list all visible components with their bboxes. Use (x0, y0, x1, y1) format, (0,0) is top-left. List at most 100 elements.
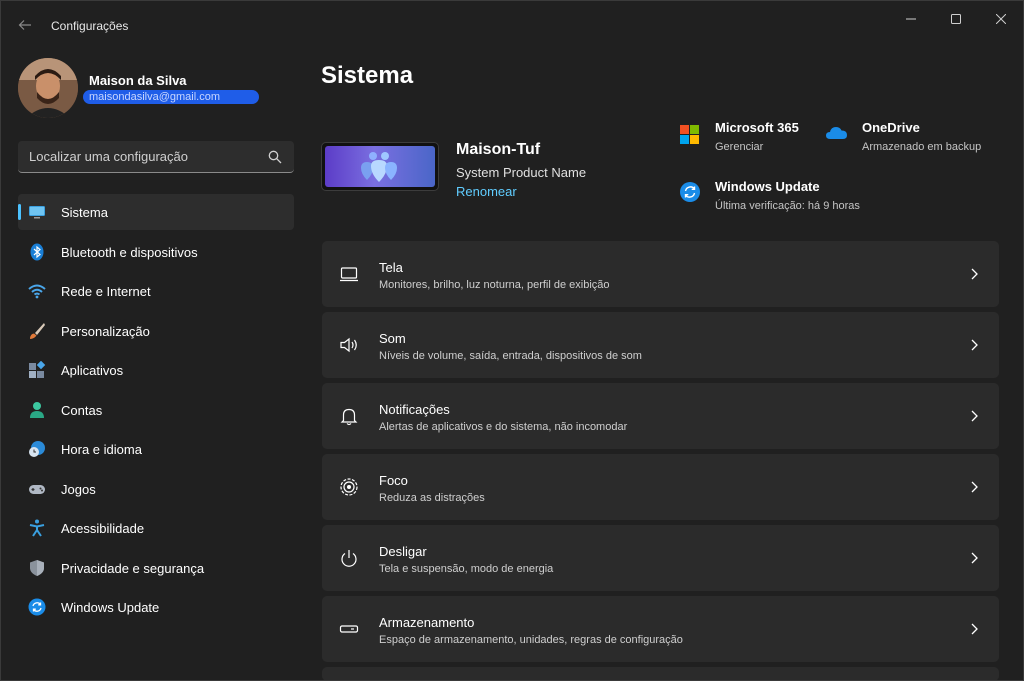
service-subtitle: Gerenciar (715, 141, 764, 153)
sidebar-item-label: Sistema (61, 205, 108, 220)
service-title: Microsoft 365 (715, 120, 799, 135)
card-subtitle: Espaço de armazenamento, unidades, regra… (379, 634, 683, 646)
card-subtitle: Níveis de volume, saída, entrada, dispos… (379, 350, 642, 362)
card-title: Armazenamento (379, 615, 475, 630)
close-button[interactable] (985, 7, 1017, 31)
user-email: maisondasilva@gmail.com (83, 90, 259, 104)
card-title: Tela (379, 260, 403, 275)
card-foco[interactable]: Foco Reduza as distrações (322, 454, 999, 520)
sidebar-item-label: Personalização (61, 323, 150, 339)
sidebar-item-bluetooth[interactable]: Bluetooth e dispositivos (18, 234, 294, 270)
wallpaper-preview (325, 146, 435, 187)
update-icon (680, 182, 700, 202)
card-title: Desligar (379, 544, 427, 559)
back-button[interactable] (13, 13, 37, 37)
sidebar-item-personalizacao[interactable]: Personalização (18, 313, 294, 349)
sidebar-item-privacidade[interactable]: Privacidade e segurança (18, 550, 294, 586)
sidebar-item-label: Jogos (61, 481, 96, 497)
card-next-partial[interactable] (322, 667, 999, 680)
sidebar-item-sistema[interactable]: Sistema (18, 194, 294, 230)
service-subtitle: Armazenado em backup (862, 141, 982, 153)
device-thumbnail (321, 142, 439, 191)
wallpaper-hearts-icon (361, 152, 397, 182)
chevron-right-icon (971, 268, 978, 280)
service-title: Windows Update (715, 179, 820, 194)
cloud-icon (826, 127, 847, 139)
chevron-right-icon (971, 410, 978, 422)
settings-window: Configurações Maison da Silva maisondasi… (0, 0, 1024, 681)
sidebar-item-aplicativos[interactable]: Aplicativos (18, 352, 294, 388)
card-armazenamento[interactable]: Armazenamento Espaço de armazenamento, u… (322, 596, 999, 662)
close-icon (996, 14, 1006, 24)
power-icon (341, 550, 357, 567)
paintbrush-icon (30, 322, 45, 339)
card-title: Notificações (379, 402, 450, 417)
service-onedrive[interactable]: OneDrive Armazenado em backup (826, 120, 996, 160)
chevron-right-icon (971, 339, 978, 351)
focus-icon (340, 478, 358, 496)
apps-icon (29, 361, 46, 378)
sidebar-item-label: Bluetooth e dispositivos (61, 244, 198, 260)
service-microsoft-365[interactable]: Microsoft 365 Gerenciar (679, 120, 819, 160)
accessibility-icon (29, 519, 45, 537)
user-name: Maison da Silva (89, 73, 187, 88)
drive-icon (339, 625, 359, 633)
search-input[interactable] (18, 141, 258, 172)
bluetooth-icon (30, 243, 44, 260)
maximize-icon (951, 14, 961, 24)
person-icon (30, 401, 44, 418)
sidebar-item-hora[interactable]: Hora e idioma (18, 431, 294, 467)
globe-clock-icon (29, 441, 45, 457)
card-notificacoes[interactable]: Notificações Alertas de aplicativos e do… (322, 383, 999, 449)
speaker-icon (340, 337, 357, 353)
sidebar-item-windows-update[interactable]: Windows Update (18, 589, 294, 625)
sidebar-item-label: Contas (61, 402, 103, 418)
selection-indicator (18, 204, 21, 220)
gamepad-icon (29, 484, 45, 494)
device-name: Maison-Tuf (456, 141, 541, 158)
monitor-icon (29, 206, 45, 219)
sidebar-item-label: Acessibilidade (61, 521, 145, 536)
chevron-right-icon (971, 552, 978, 564)
sidebar-item-label: Windows Update (61, 600, 160, 615)
chevron-right-icon (971, 481, 978, 493)
microsoft-logo-icon (680, 125, 699, 144)
service-windows-update[interactable]: Windows Update Última verificação: há 9 … (679, 179, 879, 219)
update-icon (28, 598, 46, 616)
card-tela[interactable]: Tela Monitores, brilho, luz noturna, per… (322, 241, 999, 307)
card-som[interactable]: Som Níveis de volume, saída, entrada, di… (322, 312, 999, 378)
chevron-right-icon (971, 623, 978, 635)
card-desligar[interactable]: Desligar Tela e suspensão, modo de energ… (322, 525, 999, 591)
minimize-button[interactable] (895, 7, 927, 31)
back-arrow-icon (18, 20, 31, 30)
display-icon (340, 267, 358, 282)
card-title: Foco (379, 473, 408, 488)
sidebar-nav: Sistema Bluetooth e dispositivos Rede e … (18, 194, 294, 629)
page-title: Sistema (321, 62, 414, 89)
bell-icon (340, 408, 358, 426)
card-subtitle: Tela e suspensão, modo de energia (379, 563, 554, 575)
search-box[interactable] (18, 141, 294, 173)
sidebar-item-contas[interactable]: Contas (18, 392, 294, 428)
device-model: System Product Name (456, 165, 587, 180)
sidebar-item-label: Privacidade e segurança (61, 560, 205, 576)
rename-link[interactable]: Renomear (456, 184, 517, 199)
sidebar-item-label: Aplicativos (61, 363, 124, 378)
service-title: OneDrive (862, 120, 920, 135)
service-subtitle: Última verificação: há 9 horas (715, 200, 860, 212)
card-subtitle: Reduza as distrações (379, 492, 485, 504)
shield-icon (30, 559, 44, 576)
avatar[interactable] (18, 58, 78, 118)
user-photo-icon (18, 58, 78, 118)
sidebar-item-jogos[interactable]: Jogos (18, 471, 294, 507)
wifi-icon (28, 284, 46, 299)
search-icon[interactable] (268, 150, 282, 164)
minimize-icon (906, 18, 916, 20)
sidebar-item-rede[interactable]: Rede e Internet (18, 273, 294, 309)
card-subtitle: Alertas de aplicativos e do sistema, não… (379, 421, 628, 433)
card-title: Som (379, 331, 406, 346)
maximize-button[interactable] (940, 7, 972, 31)
card-subtitle: Monitores, brilho, luz noturna, perfil d… (379, 279, 610, 291)
app-title: Configurações (51, 19, 129, 33)
sidebar-item-acessibilidade[interactable]: Acessibilidade (18, 510, 294, 546)
